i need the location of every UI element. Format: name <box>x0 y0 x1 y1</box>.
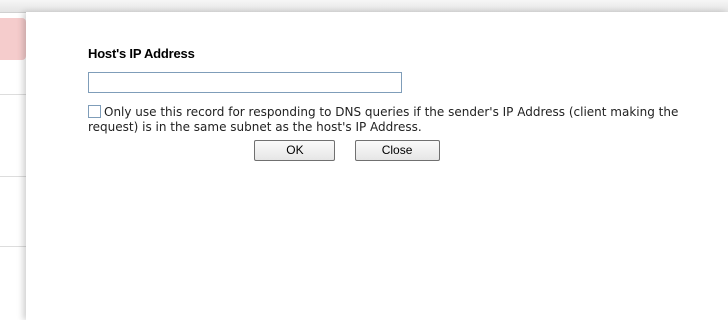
background-accent <box>0 18 26 60</box>
ok-button[interactable]: OK <box>254 139 336 161</box>
close-button[interactable]: Close <box>354 139 440 161</box>
dns-record-dialog: Host's IP Address Only use this record f… <box>26 12 728 320</box>
background-divider <box>0 176 26 177</box>
background-divider <box>0 94 26 95</box>
dialog-content: Host's IP Address Only use this record f… <box>88 46 688 161</box>
same-subnet-option: Only use this record for responding to D… <box>88 105 688 135</box>
dialog-button-bar: OK Close <box>88 139 688 161</box>
background-divider <box>0 246 26 247</box>
same-subnet-checkbox[interactable] <box>88 105 101 118</box>
host-ip-address-input[interactable] <box>88 72 402 93</box>
host-ip-address-label: Host's IP Address <box>88 46 195 61</box>
same-subnet-option-label: Only use this record for responding to D… <box>88 105 679 134</box>
